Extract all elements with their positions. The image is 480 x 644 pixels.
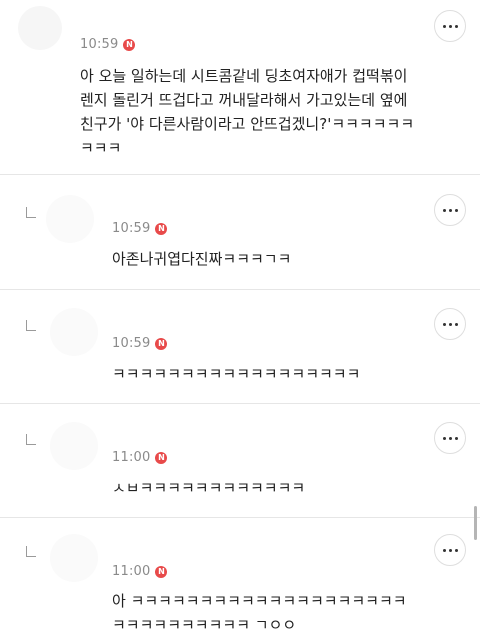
more-options-icon	[442, 548, 446, 552]
comment-time: 10:59	[112, 336, 151, 351]
comment-text: 아 ㅋㅋㅋㅋㅋㅋㅋㅋㅋㅋㅋㅋㅋㅋㅋㅋㅋㅋㅋㅋ ㅋㅋㅋㅋㅋㅋㅋㅋㅋㅋ ㄱㅇㅇ	[112, 592, 407, 634]
reply-arrow-icon	[26, 207, 36, 218]
avatar[interactable]	[50, 308, 98, 356]
reply-item: 11:00 N 아 ㅋㅋㅋㅋㅋㅋㅋㅋㅋㅋㅋㅋㅋㅋㅋㅋㅋㅋㅋㅋ ㅋㅋㅋㅋㅋㅋㅋㅋㅋ…	[0, 518, 480, 644]
comment-text: 아 오늘 일하는데 시트콤같네 딩초여자애가 컵떡볶이 렌지 돌린거 뜨겁다고 …	[80, 67, 415, 157]
comment-time: 10:59	[80, 37, 119, 52]
comment-meta: 10:59 N	[112, 336, 168, 351]
more-options-button[interactable]	[434, 422, 466, 454]
comment-meta: 10:59 N	[112, 221, 168, 236]
reply-item: 10:59 N ㅋㅋㅋㅋㅋㅋㅋㅋㅋㅋㅋㅋㅋㅋㅋㅋㅋㅋ	[0, 290, 480, 402]
comment-meta: 11:00 N	[112, 450, 168, 465]
more-options-button[interactable]	[434, 308, 466, 340]
comment-text: 아존나귀엽다진짜ㅋㅋㅋㄱㅋ	[112, 250, 292, 268]
comment-meta: 10:59 N	[80, 37, 136, 52]
more-options-button[interactable]	[434, 194, 466, 226]
more-options-button[interactable]	[434, 10, 466, 42]
comment-meta: 11:00 N	[112, 564, 168, 579]
new-badge: N	[123, 38, 136, 51]
comment-item: 10:59 N 아 오늘 일하는데 시트콤같네 딩초여자애가 컵떡볶이 렌지 돌…	[0, 0, 480, 172]
more-options-button[interactable]	[434, 534, 466, 566]
more-options-icon	[442, 436, 446, 440]
reply-arrow-icon	[26, 434, 36, 445]
reply-item: 11:00 N ㅅㅂㅋㅋㅋㅋㅋㅋㅋㅋㅋㅋㅋㅋ	[0, 404, 480, 516]
scrollbar[interactable]	[474, 506, 477, 540]
more-options-icon	[442, 208, 446, 212]
new-badge: N	[155, 451, 168, 464]
reply-item: 10:59 N 아존나귀엽다진짜ㅋㅋㅋㄱㅋ	[0, 175, 480, 289]
comment-text: ㅋㅋㅋㅋㅋㅋㅋㅋㅋㅋㅋㅋㅋㅋㅋㅋㅋㅋ	[112, 365, 361, 383]
more-options-icon	[442, 322, 446, 326]
avatar[interactable]	[46, 195, 94, 243]
avatar[interactable]	[50, 534, 98, 582]
comment-text: ㅅㅂㅋㅋㅋㅋㅋㅋㅋㅋㅋㅋㅋㅋ	[112, 479, 306, 497]
reply-arrow-icon	[26, 320, 36, 331]
new-badge: N	[155, 337, 168, 350]
avatar[interactable]	[50, 422, 98, 470]
avatar[interactable]	[18, 6, 62, 50]
comment-time: 10:59	[112, 221, 151, 236]
new-badge: N	[155, 222, 168, 235]
new-badge: N	[155, 565, 168, 578]
more-options-icon	[442, 24, 446, 28]
reply-arrow-icon	[26, 546, 36, 557]
comment-time: 11:00	[112, 450, 151, 465]
comment-time: 11:00	[112, 564, 151, 579]
